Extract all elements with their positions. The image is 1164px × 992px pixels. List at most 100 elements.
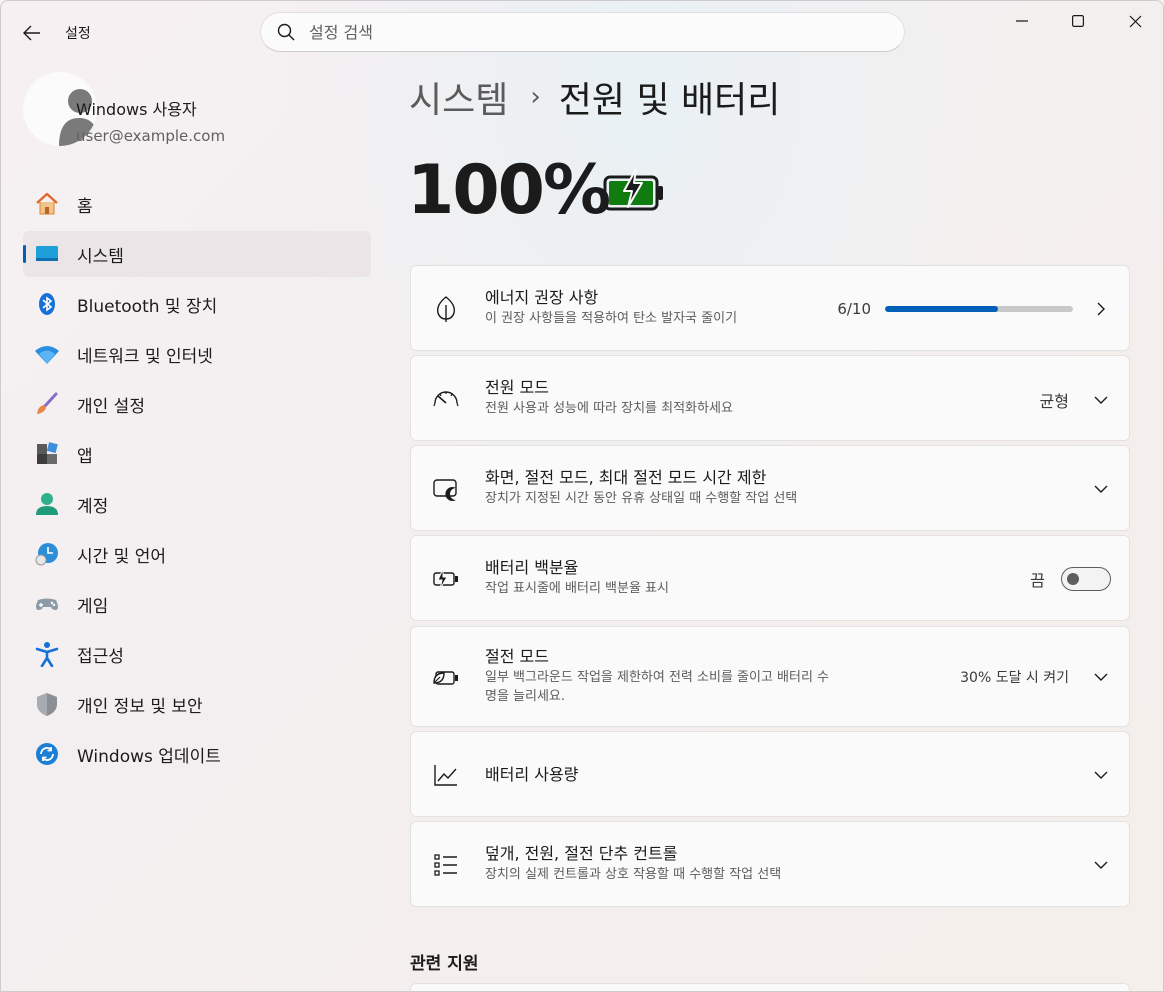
person-icon	[33, 490, 61, 518]
chevron-right-icon	[1091, 299, 1111, 319]
battery-percentage: 100%	[407, 151, 611, 230]
clock-globe-icon	[33, 540, 61, 568]
related-support-header: 관련 지원	[410, 954, 479, 974]
back-button[interactable]	[15, 17, 49, 49]
minimize-icon	[1016, 20, 1028, 22]
speedometer-icon	[431, 384, 461, 414]
battery-percentage-toggle[interactable]	[1061, 567, 1111, 591]
battery-saver-card[interactable]: 절전 모드 일부 백그라운드 작업을 제한하여 전력 소비를 줄이고 배터리 수…	[410, 626, 1130, 727]
card-subtitle: 이 권장 사항들을 적용하여 탄소 발자국 줄이기	[485, 311, 738, 326]
close-icon	[1129, 15, 1141, 27]
sidebar-item-time-language[interactable]: 시간 및 언어	[23, 531, 371, 577]
shield-icon	[33, 690, 61, 718]
battery-saver-icon	[431, 663, 461, 693]
sidebar-item-label: 앱	[77, 446, 93, 467]
minimize-button[interactable]	[993, 1, 1051, 41]
card-title: 에너지 권장 사항	[485, 288, 599, 307]
gamepad-icon	[33, 590, 61, 618]
sidebar-item-label: 개인 설정	[77, 396, 145, 417]
sidebar-item-personalization[interactable]: 개인 설정	[23, 381, 371, 427]
toggle-knob	[1067, 573, 1079, 585]
maximize-button[interactable]	[1049, 1, 1107, 41]
card-subtitle: 장치가 지정된 시간 동안 유휴 상태일 때 수행할 작업 선택	[485, 491, 798, 506]
settings-window: 설정 Windows 사용자 user@example.com 홈	[0, 0, 1164, 992]
screen-moon-icon	[431, 474, 461, 504]
update-icon	[33, 740, 61, 768]
brush-icon	[33, 390, 61, 418]
sidebar-item-accounts[interactable]: 계정	[23, 481, 371, 527]
chevron-down-icon	[1091, 390, 1111, 410]
sidebar-item-privacy[interactable]: 개인 정보 및 보안	[23, 681, 371, 727]
sidebar-item-label: 접근성	[77, 646, 124, 667]
battery-usage-card[interactable]: 배터리 사용량	[410, 731, 1130, 817]
energy-progress-bar	[885, 306, 1073, 312]
maximize-icon	[1072, 15, 1084, 27]
sidebar-item-label: Bluetooth 및 장치	[77, 296, 218, 317]
lid-power-button-controls-card[interactable]: 덮개, 전원, 절전 단추 컨트롤 장치의 실제 컨트롤과 상호 작용할 때 수…	[410, 821, 1130, 907]
energy-recommendations-card[interactable]: 에너지 권장 사항 이 권장 사항들을 적용하여 탄소 발자국 줄이기 6/10	[410, 265, 1130, 351]
power-mode-card[interactable]: 전원 모드 전원 사용과 성능에 따라 장치를 최적화하세요 균형	[410, 355, 1130, 441]
card-subtitle: 전원 사용과 성능에 따라 장치를 최적화하세요	[485, 401, 733, 416]
card-title: 전원 모드	[485, 378, 549, 397]
sidebar-item-apps[interactable]: 앱	[23, 431, 371, 477]
card-subtitle-line1: 일부 백그라운드 작업을 제한하여 전력 소비를 줄이고 배터리 수	[485, 670, 830, 685]
card-title: 배터리 백분율	[485, 558, 579, 577]
app-title: 설정	[65, 26, 91, 42]
sidebar-item-label: 개인 정보 및 보안	[77, 696, 203, 717]
sidebar-item-system[interactable]: 시스템	[23, 231, 371, 277]
breadcrumb: 시스템 › 전원 및 배터리	[409, 71, 780, 123]
breadcrumb-parent[interactable]: 시스템	[409, 71, 508, 123]
energy-progress-fill	[885, 306, 998, 312]
sidebar-item-label: 계정	[77, 496, 109, 517]
search-icon	[277, 23, 295, 41]
checklist-icon	[431, 850, 461, 880]
card-title: 화면, 절전 모드, 최대 절전 모드 시간 제한	[485, 468, 767, 487]
sidebar-item-windows-update[interactable]: Windows 업데이트	[23, 731, 371, 777]
sidebar-item-label: 네트워크 및 인터넷	[77, 346, 213, 367]
card-title: 덮개, 전원, 절전 단추 컨트롤	[485, 844, 678, 863]
chevron-down-icon[interactable]	[1091, 667, 1111, 687]
toggle-state-label: 끔	[1030, 571, 1045, 590]
search-input[interactable]	[309, 22, 889, 42]
card-subtitle-line2: 명을 늘리세요.	[485, 689, 566, 704]
line-chart-icon	[431, 760, 461, 790]
card-subtitle: 장치의 실제 컨트롤과 상호 작용할 때 수행할 작업 선택	[485, 867, 782, 882]
sidebar-item-label: 홈	[77, 196, 93, 217]
chevron-down-icon[interactable]	[1091, 765, 1111, 785]
related-support-card[interactable]	[410, 983, 1130, 991]
bluetooth-icon	[33, 290, 61, 318]
sidebar-item-accessibility[interactable]: 접근성	[23, 631, 371, 677]
sidebar-item-network[interactable]: 네트워크 및 인터넷	[23, 331, 371, 377]
user-email: user@example.com	[76, 127, 226, 145]
search-box[interactable]	[260, 12, 905, 52]
sidebar-item-bluetooth[interactable]: Bluetooth 및 장치	[23, 281, 371, 327]
chevron-down-icon[interactable]	[1091, 479, 1111, 499]
sidebar-item-label: 게임	[77, 596, 109, 617]
close-button[interactable]	[1106, 1, 1163, 41]
chevron-down-icon[interactable]	[1091, 855, 1111, 875]
sidebar-item-home[interactable]: 홈	[23, 181, 371, 227]
page-title: 전원 및 배터리	[558, 80, 781, 121]
sidebar-item-label: 시간 및 언어	[77, 546, 167, 567]
sidebar-item-label: 시스템	[77, 246, 124, 267]
card-title: 절전 모드	[485, 647, 549, 666]
card-subtitle: 작업 표시줄에 배터리 백분율 표시	[485, 581, 669, 596]
battery-saver-value: 30% 도달 시 켜기	[960, 670, 1069, 686]
screen-sleep-timeouts-card[interactable]: 화면, 절전 모드, 최대 절전 모드 시간 제한 장치가 지정된 시간 동안 …	[410, 445, 1130, 531]
power-mode-dropdown-value[interactable]: 균형	[1040, 388, 1069, 412]
card-title: 배터리 사용량	[485, 765, 579, 784]
back-arrow-icon	[23, 25, 40, 41]
apps-icon	[33, 440, 61, 468]
sidebar-nav: 홈 시스템 Bluetooth 및 장치 네트워크 및 인터넷 개인 설정 앱 …	[23, 181, 371, 781]
leaf-icon	[431, 294, 461, 324]
energy-score: 6/10	[837, 300, 871, 318]
battery-percentage-card: 배터리 백분율 작업 표시줄에 배터리 백분율 표시 끔	[410, 535, 1130, 621]
battery-charging-icon	[603, 169, 663, 211]
monitor-icon	[33, 240, 61, 268]
user-name: Windows 사용자	[76, 100, 197, 119]
accessibility-icon	[33, 640, 61, 668]
battery-charging-small-icon	[431, 564, 461, 594]
sidebar-item-gaming[interactable]: 게임	[23, 581, 371, 627]
breadcrumb-separator: ›	[530, 82, 541, 112]
sidebar-item-label: Windows 업데이트	[77, 746, 221, 767]
